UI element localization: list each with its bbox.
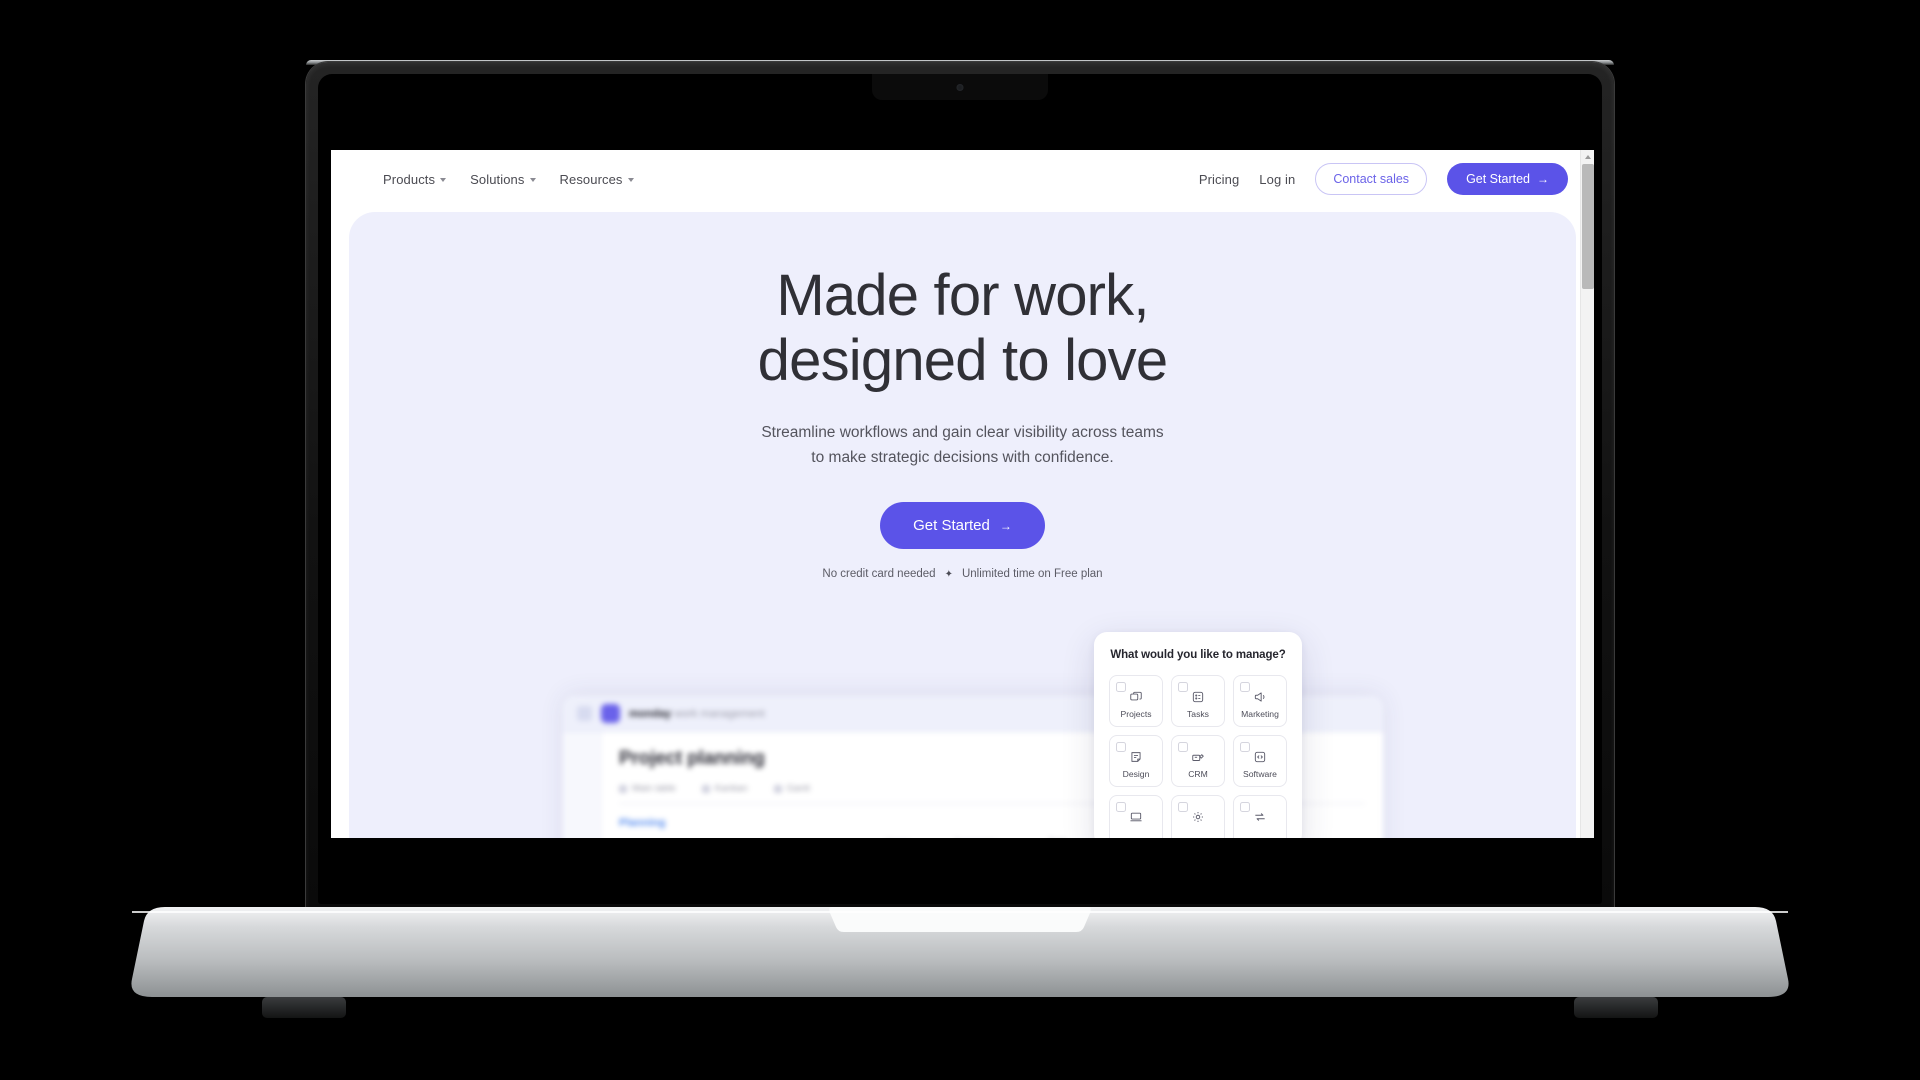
nav-item-products-label: Products <box>383 171 436 187</box>
get-started-hero-label: Get Started <box>913 517 990 535</box>
note-pen-icon <box>1129 749 1143 765</box>
hero-subtitle: Streamline workflows and gain clear visi… <box>349 420 1576 470</box>
onboarding-card-title: What would you like to manage? <box>1110 649 1286 661</box>
arrow-right-icon: → <box>1537 172 1549 186</box>
nav-item-solutions-label: Solutions <box>470 171 525 187</box>
mockup-tab-kanban: Kanban <box>701 783 748 794</box>
onboarding-option-crm[interactable]: CRM <box>1171 735 1225 787</box>
onboarding-option-projects[interactable]: Projects <box>1109 675 1163 727</box>
mockup-col-date: Date <box>1015 837 1101 838</box>
checkbox[interactable] <box>1240 682 1250 692</box>
mockup-tab-label: Main table <box>632 783 676 794</box>
sparkle-icon: ✦ <box>944 568 953 580</box>
nav-item-pricing[interactable]: Pricing <box>1199 172 1239 187</box>
mockup-sidebar <box>563 732 601 838</box>
mockup-col-owner: Owner <box>859 837 937 838</box>
laptop-base <box>131 907 1789 1018</box>
checkbox[interactable] <box>1178 682 1188 692</box>
get-started-button-nav[interactable]: Get Started → <box>1447 163 1568 195</box>
checkbox[interactable] <box>1240 802 1250 812</box>
mockup-brand-suffix: work management <box>674 707 765 720</box>
onboarding-option-label: Marketing <box>1241 709 1279 719</box>
site-navbar: Products Solutions Resources Pricing Log… <box>331 150 1594 208</box>
chevron-down-icon <box>529 178 536 182</box>
vertical-scrollbar[interactable] <box>1580 150 1594 838</box>
shuffle-arrows-icon <box>1253 809 1267 825</box>
nav-item-solutions[interactable]: Solutions <box>470 171 536 187</box>
checkbox[interactable] <box>1178 802 1188 812</box>
mockup-col-teammates: Teammates <box>937 837 1015 838</box>
nav-item-products[interactable]: Products <box>383 171 447 187</box>
mockup-tab-label: Gantt <box>786 783 810 794</box>
hero-subtitle-line-1: Streamline workflows and gain clear visi… <box>761 423 1164 441</box>
monday-logo-icon <box>601 704 620 723</box>
mockup-tab-gantt: Gantt <box>773 783 810 794</box>
onboarding-option-label: Software <box>1243 769 1277 779</box>
onboarding-option-software[interactable]: Software <box>1233 735 1287 787</box>
mockup-brand: monday work management <box>629 708 765 720</box>
hero-content: Made for work, designed to love Streamli… <box>349 212 1576 580</box>
onboarding-overlay-card: What would you like to manage? Projects <box>1094 632 1302 838</box>
mockup-col-name <box>619 837 859 838</box>
chevron-down-icon <box>627 178 634 182</box>
mockup-brand-name: monday <box>629 707 672 720</box>
onboarding-option-it[interactable]: IT <box>1109 795 1163 838</box>
handshake-icon <box>1191 749 1205 765</box>
checkbox[interactable] <box>1116 742 1126 752</box>
onboarding-option-label: CRM <box>1188 769 1208 779</box>
onboarding-option-design[interactable]: Design <box>1109 735 1163 787</box>
fineprint-no-credit-card: No credit card needed <box>822 568 936 581</box>
hero-fineprint: No credit card needed ✦ Unlimited time o… <box>349 568 1576 580</box>
mockup-tab-main-table: Main table <box>619 783 676 794</box>
gear-icon <box>1191 809 1205 825</box>
megaphone-icon <box>1253 689 1267 705</box>
nav-item-resources[interactable]: Resources <box>560 172 634 187</box>
layers-icon <box>1129 689 1143 705</box>
code-brackets-icon <box>1253 749 1267 765</box>
scrollbar-thumb[interactable] <box>1582 164 1594 289</box>
get-started-button-hero[interactable]: Get Started → <box>880 502 1045 550</box>
navbar-action-group: Pricing Log in Contact sales Get Started… <box>1199 163 1568 195</box>
screenshot-stage: Products Solutions Resources Pricing Log… <box>0 0 1920 1080</box>
onboarding-option-workflows[interactable]: Workflows <box>1233 795 1287 838</box>
camera-dot-icon <box>956 84 964 91</box>
checkbox[interactable] <box>1116 682 1126 692</box>
hero-section: Made for work, designed to love Streamli… <box>349 212 1576 838</box>
list-grid-icon <box>1191 689 1205 705</box>
fineprint-free-plan: Unlimited time on Free plan <box>961 568 1103 581</box>
checkbox[interactable] <box>1116 802 1126 812</box>
hero-heading-line-2: designed to love <box>757 327 1168 393</box>
chevron-down-icon <box>440 178 447 182</box>
onboarding-option-marketing[interactable]: Marketing <box>1233 675 1287 727</box>
scrollbar-up-arrow-icon[interactable] <box>1581 150 1594 163</box>
onboarding-option-operations[interactable]: Operations <box>1171 795 1225 838</box>
get-started-nav-label: Get Started <box>1466 172 1530 186</box>
checkbox[interactable] <box>1240 742 1250 752</box>
checkbox[interactable] <box>1178 742 1188 752</box>
contact-sales-button[interactable]: Contact sales <box>1315 163 1428 195</box>
hero-subtitle-line-2: to make strategic decisions with confide… <box>811 449 1114 467</box>
mockup-tab-label: Kanban <box>714 783 748 794</box>
onboarding-option-tasks[interactable]: Tasks <box>1171 675 1225 727</box>
arrow-right-icon: → <box>999 518 1012 533</box>
onboarding-option-label: Projects <box>1120 709 1152 719</box>
nav-item-login[interactable]: Log in <box>1259 172 1295 187</box>
hero-heading-line-1: Made for work, <box>776 263 1149 328</box>
navbar-menu-group: Products Solutions Resources <box>383 172 634 187</box>
hero-heading: Made for work, designed to love <box>349 263 1576 394</box>
monitor-icon <box>1129 809 1143 825</box>
onboarding-option-label: Tasks <box>1187 709 1209 719</box>
apps-grid-icon <box>577 706 592 721</box>
onboarding-options-grid: Projects Tasks Marketing Design CRM Soft… <box>1109 675 1287 838</box>
onboarding-option-label: Design <box>1122 769 1150 779</box>
browser-viewport: Products Solutions Resources Pricing Log… <box>331 150 1594 838</box>
nav-item-resources-label: Resources <box>559 171 623 187</box>
